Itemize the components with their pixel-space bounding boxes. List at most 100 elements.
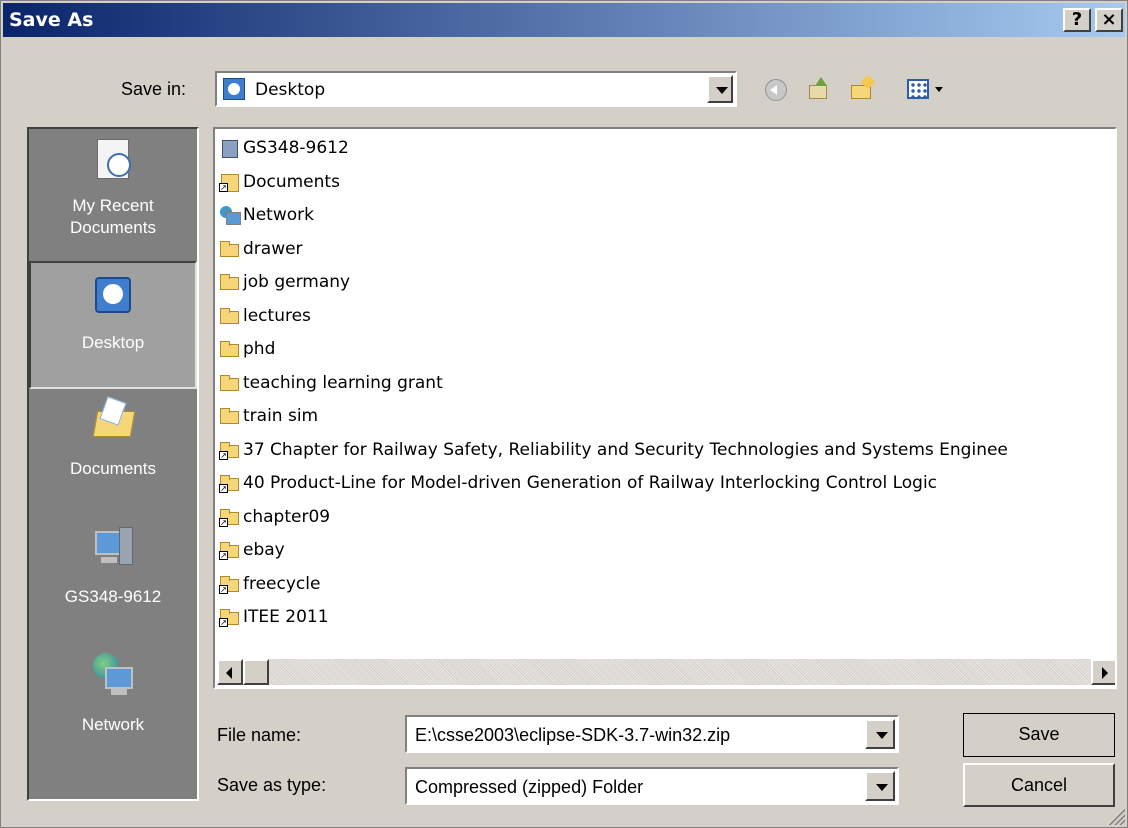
folder-icon [219, 306, 241, 326]
file-row[interactable]: lectures [219, 301, 311, 331]
file-name: Documents [243, 171, 340, 192]
computer-icon [91, 525, 135, 569]
file-name-dropdown-button[interactable] [865, 719, 895, 749]
file-name: ITEE 2011 [243, 607, 329, 627]
resize-grip[interactable] [1109, 809, 1125, 825]
file-name: Network [243, 205, 314, 225]
close-button[interactable]: × [1095, 8, 1123, 32]
file-row[interactable]: train sim [219, 401, 318, 431]
save-as-dialog: Save As ? × Save in: Desktop My Recent D… [0, 0, 1128, 828]
place-label: Documents [29, 459, 197, 479]
computer-icon [219, 138, 241, 158]
file-name: train sim [243, 406, 319, 426]
save-type-dropdown-button[interactable] [865, 771, 895, 801]
folder-icon [219, 406, 241, 426]
file-row[interactable]: teaching learning grant [219, 368, 443, 398]
file-row[interactable]: Network [219, 200, 314, 230]
place-documents[interactable]: Documents [29, 396, 197, 515]
chevron-down-icon [716, 87, 728, 94]
network-icon [91, 653, 135, 697]
place-label-text: My Recent Documents [70, 196, 156, 237]
cancel-button[interactable]: Cancel [963, 763, 1115, 807]
file-row[interactable]: ↗ chapter09 [219, 502, 330, 532]
desktop-icon [91, 273, 135, 317]
save-in-label: Save in: [121, 79, 186, 100]
file-name: 37 Chapter for Railway Safety, Reliabili… [243, 439, 1008, 460]
place-computer[interactable]: GS348-9612 [29, 525, 197, 643]
file-row[interactable]: ↗ 40 Product-Line for Model-driven Genera… [219, 468, 937, 498]
file-name: ebay [243, 540, 285, 560]
file-row[interactable]: ↗ Documents [219, 167, 340, 197]
file-row[interactable]: drawer [219, 234, 303, 264]
file-row[interactable]: job germany [219, 267, 350, 297]
scroll-right-button[interactable] [1091, 659, 1115, 685]
title-bar[interactable]: Save As ? × [3, 3, 1125, 37]
file-list[interactable]: GS348-9612 ↗ Documents Network drawer job ger… [213, 127, 1117, 689]
chevron-down-icon [876, 784, 888, 791]
place-label-text: Documents [70, 459, 156, 478]
file-row[interactable]: ↗ freecycle [219, 569, 320, 599]
window-title: Save As [9, 9, 94, 31]
new-folder-icon[interactable] [849, 74, 876, 101]
folder-icon [219, 373, 241, 393]
place-label: GS348-9612 [29, 587, 197, 607]
save-in-value: Desktop [255, 80, 326, 100]
file-row[interactable]: ↗ 37 Chapter for Railway Safety, Reliabil… [219, 435, 1008, 465]
file-name: GS348-9612 [243, 138, 349, 158]
file-row[interactable]: GS348-9612 [219, 133, 349, 163]
folder-shortcut-icon: ↗ [219, 473, 241, 493]
file-name: 40 Product-Line for Model-driven Generat… [243, 473, 938, 493]
scroll-left-button[interactable] [217, 659, 243, 685]
folder-shortcut-icon: ↗ [219, 607, 241, 627]
save-type-label: Save as type: [217, 775, 327, 795]
arrow-left-icon [226, 667, 232, 679]
place-recent-documents[interactable]: My Recent Documents [29, 137, 197, 261]
folder-icon [219, 339, 241, 359]
help-button[interactable]: ? [1063, 8, 1091, 32]
file-name: teaching learning grant [243, 372, 443, 393]
places-bar: My Recent Documents Desktop Documents GS… [27, 127, 199, 801]
place-label: Desktop [31, 333, 195, 353]
folder-shortcut-icon: ↗ [219, 440, 241, 460]
folder-shortcut-icon: ↗ [219, 574, 241, 594]
folder-icon [219, 239, 241, 259]
scroll-thumb[interactable] [243, 659, 269, 685]
cancel-button-label: Cancel [1010, 775, 1068, 795]
file-name: phd [243, 339, 276, 359]
chevron-down-icon [876, 732, 888, 739]
place-label-text: Desktop [81, 333, 145, 352]
place-label-text: GS348-9612 [64, 587, 162, 606]
save-button[interactable]: Save [963, 713, 1115, 757]
place-desktop[interactable]: Desktop [29, 261, 197, 389]
horizontal-scrollbar[interactable] [217, 659, 1115, 685]
file-name: lectures [243, 305, 311, 326]
place-label: Network [29, 715, 197, 735]
file-row[interactable]: phd [219, 334, 275, 364]
arrow-right-icon [1102, 667, 1108, 679]
place-network[interactable]: Network [29, 653, 197, 771]
save-in-combo[interactable]: Desktop [215, 71, 737, 107]
back-icon[interactable] [765, 79, 787, 101]
folder-shortcut-icon: ↗ [219, 540, 241, 560]
file-name: freecycle [243, 573, 321, 594]
file-name-value: E:\csse2003\eclipse-SDK-3.7-win32.zip [415, 725, 731, 745]
file-name-field[interactable]: E:\csse2003\eclipse-SDK-3.7-win32.zip [405, 715, 899, 753]
save-type-field[interactable]: Compressed (zipped) Folder [405, 767, 899, 805]
file-name: drawer [243, 238, 303, 259]
documents-library-icon: ↗ [219, 172, 241, 192]
view-menu-icon[interactable] [907, 79, 951, 101]
up-folder-icon[interactable] [807, 77, 831, 101]
file-row[interactable]: ↗ ITEE 2011 [219, 602, 329, 632]
documents-folder-icon [91, 396, 136, 441]
save-button-label: Save [1018, 724, 1060, 744]
save-in-dropdown-button[interactable] [707, 75, 733, 103]
file-row[interactable]: ↗ ebay [219, 535, 285, 565]
desktop-small-icon [223, 78, 245, 100]
folder-shortcut-icon: ↗ [219, 507, 241, 527]
save-type-value: Compressed (zipped) Folder [415, 777, 644, 797]
network-icon [219, 205, 241, 225]
file-name-label: File name: [217, 725, 302, 745]
file-name: job germany [243, 272, 351, 292]
save-in-label-text: Save in: [121, 79, 187, 99]
file-name: chapter09 [243, 506, 331, 527]
